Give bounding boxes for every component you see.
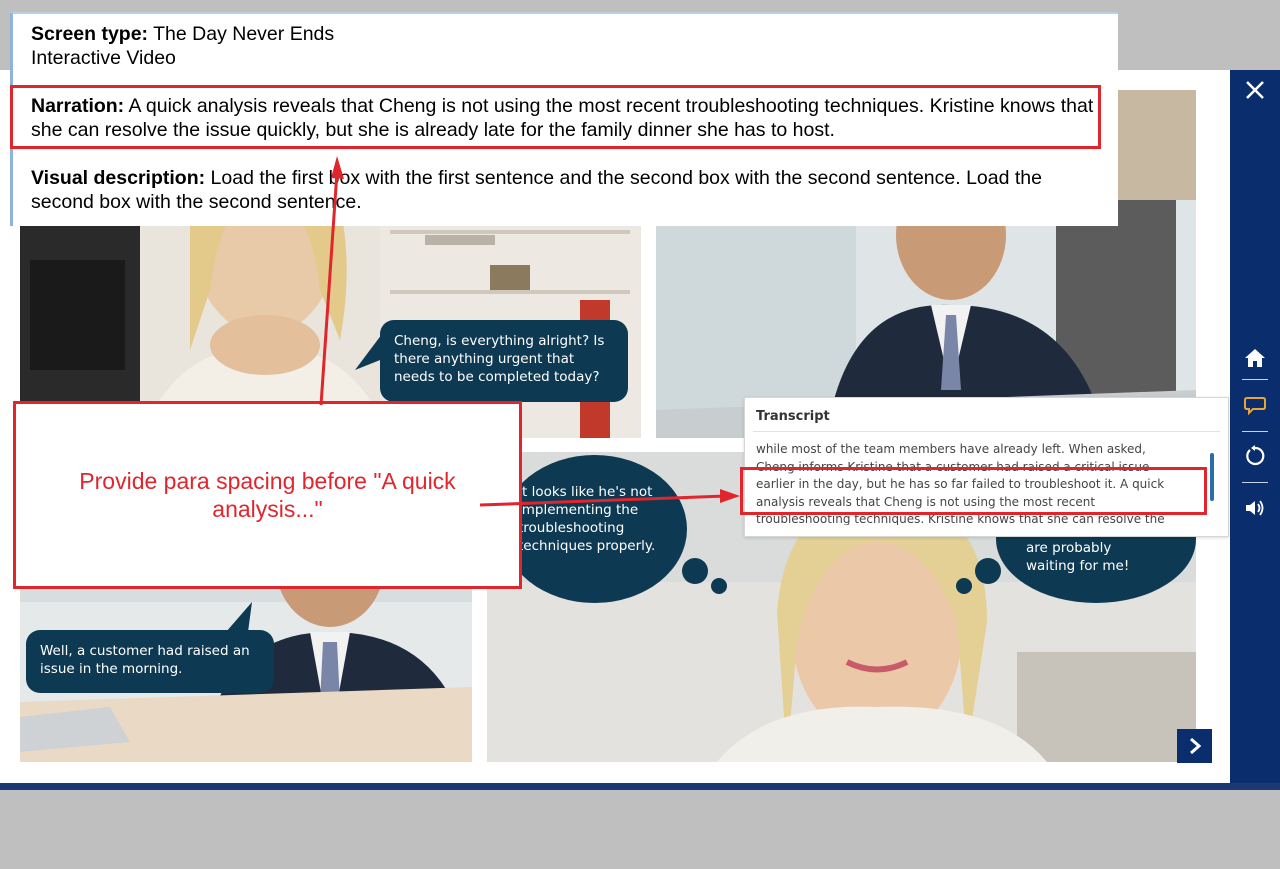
thought-dot	[956, 578, 972, 594]
thought-dot	[682, 558, 708, 584]
bubble-text: are probably waiting for me!	[1026, 540, 1130, 574]
highlight-narration-frame	[10, 85, 1101, 149]
speaker-icon	[1246, 500, 1264, 516]
speech-bubble-kristine-question: Cheng, is everything alright? Is there a…	[380, 320, 628, 402]
close-button[interactable]	[1230, 70, 1280, 110]
home-button[interactable]	[1230, 338, 1280, 378]
home-icon	[1245, 349, 1265, 367]
bubble-text: It looks like he's not implementing the …	[518, 484, 656, 554]
chevron-right-icon	[1189, 737, 1201, 755]
transcript-scrollbar[interactable]	[1210, 453, 1214, 501]
player-sidebar	[1230, 70, 1280, 783]
close-icon	[1246, 81, 1264, 99]
bubble-text: Well, a customer had raised an issue in …	[40, 643, 250, 677]
review-comment-text: Provide para spacing before "A quick ana…	[79, 468, 456, 522]
screen-type-label: Screen type:	[31, 23, 149, 45]
sidebar-divider	[1242, 482, 1268, 483]
speech-bubble-tail	[355, 330, 385, 370]
footer-bar	[0, 783, 1280, 790]
transcript-line: while most of the team members have alre…	[756, 442, 1146, 456]
screen-type-row: Screen type: The Day Never Ends Interact…	[31, 22, 1101, 70]
bubble-text: Cheng, is everything alright? Is there a…	[394, 333, 605, 385]
speech-bubble-icon	[1244, 397, 1266, 416]
next-button[interactable]	[1177, 729, 1212, 763]
review-comment-box: Provide para spacing before "A quick ana…	[13, 401, 522, 589]
transcript-button[interactable]	[1230, 386, 1280, 426]
screen-type-sub: Interactive Video	[31, 47, 176, 69]
thought-dot	[975, 558, 1001, 584]
speech-bubble-tail	[226, 602, 252, 632]
sidebar-divider	[1242, 379, 1268, 380]
sidebar-divider	[1242, 431, 1268, 432]
thought-dot	[711, 578, 727, 594]
visual-description-label: Visual description:	[31, 167, 206, 189]
speech-bubble-cheng-reply: Well, a customer had raised an issue in …	[26, 630, 274, 693]
replay-button[interactable]	[1230, 436, 1280, 476]
replay-icon	[1246, 445, 1265, 466]
audio-button[interactable]	[1230, 488, 1280, 528]
transcript-title: Transcript	[756, 409, 830, 424]
visual-description-row: Visual description: Load the first box w…	[31, 166, 1101, 214]
highlight-transcript-frame	[740, 467, 1207, 515]
screen-type-value: The Day Never Ends	[153, 23, 335, 45]
thought-bubble-left: It looks like he's not implementing the …	[502, 455, 687, 603]
transcript-divider	[753, 431, 1220, 432]
